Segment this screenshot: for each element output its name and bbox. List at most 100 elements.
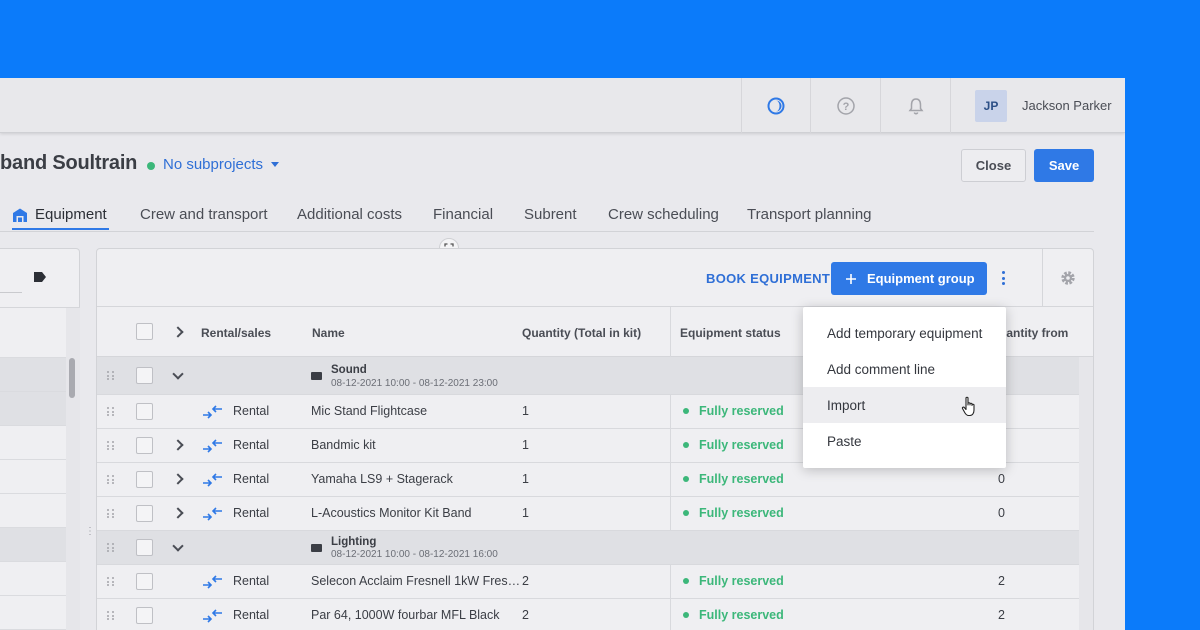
list-item[interactable] [0,392,66,426]
drag-handle-icon[interactable] [107,475,115,485]
tab-bar: Equipment Crew and transport Additional … [0,200,1094,232]
column-header-quantity-from[interactable]: uantity from [999,326,1068,340]
row-checkbox[interactable] [136,367,153,384]
user-menu[interactable]: JP Jackson Parker [950,78,1125,133]
status-label: Fully reserved [699,506,784,520]
left-panel-scrollbar[interactable] [66,308,80,630]
column-header-equipment-status[interactable]: Equipment status [680,326,781,340]
menu-item-add-comment-line[interactable]: Add comment line [803,351,1006,387]
drag-handle-icon[interactable] [107,509,115,519]
tab-crew-and-transport[interactable]: Crew and transport [140,206,268,223]
status-badge: Fully reserved [683,506,784,520]
group-dates: 08-12-2021 10:00 - 08-12-2021 16:00 [331,549,498,560]
tab-additional-costs[interactable]: Additional costs [297,206,402,223]
tab-financial[interactable]: Financial [433,206,493,223]
expand-chevron-icon[interactable] [172,439,184,451]
select-all-checkbox[interactable] [136,323,153,340]
list-item[interactable] [0,358,66,392]
menu-item-paste[interactable]: Paste [803,423,1006,459]
expand-all-chevron-icon[interactable] [172,326,184,338]
group-name: Sound [331,364,367,376]
collapse-chevron-icon[interactable] [172,368,184,380]
row-checkbox[interactable] [136,505,153,522]
column-header-name[interactable]: Name [312,326,345,340]
quantity[interactable]: 1 [522,472,529,486]
equipment-name[interactable]: Selecon Acclaim Fresnell 1kW Fres… [311,574,520,588]
drag-handle-icon[interactable] [107,441,115,451]
subprojects-dropdown[interactable]: No subprojects [163,156,280,173]
column-header-quantity[interactable]: Quantity (Total in kit) [522,326,641,340]
add-equipment-group-button[interactable]: Equipment group [831,262,987,295]
quantity[interactable]: 1 [522,404,529,418]
equipment-name[interactable]: Mic Stand Flightcase [311,404,427,418]
list-item[interactable] [0,596,66,630]
quantity[interactable]: 1 [522,438,529,452]
equipment-name[interactable]: Par 64, 1000W fourbar MFL Black [311,608,500,622]
menu-item-add-temporary-equipment[interactable]: Add temporary equipment [803,315,1006,351]
status-label: Fully reserved [699,472,784,486]
group-dates: 08-12-2021 10:00 - 08-12-2021 23:00 [331,378,498,389]
table-row[interactable]: Rental L-Acoustics Monitor Kit Band 1 Fu… [97,497,1079,531]
quantity[interactable]: 1 [522,506,529,520]
quantity-from: 2 [998,608,1005,622]
rental-arrows-icon [203,405,222,419]
folder-icon [311,372,322,380]
quantity[interactable]: 2 [522,608,529,622]
row-checkbox[interactable] [136,607,153,624]
table-row[interactable]: Rental Par 64, 1000W fourbar MFL Black 2… [97,599,1079,630]
row-checkbox[interactable] [136,573,153,590]
status-badge: Fully reserved [683,438,784,452]
tab-crew-scheduling[interactable]: Crew scheduling [608,206,719,223]
help-button[interactable]: ? [810,78,880,133]
collapse-chevron-icon[interactable] [172,540,184,552]
row-checkbox[interactable] [136,471,153,488]
avatar: JP [975,89,1007,122]
drag-handle-icon[interactable] [107,407,115,417]
equipment-name[interactable]: L-Acoustics Monitor Kit Band [311,506,472,520]
expand-chevron-icon[interactable] [172,507,184,519]
scrollbar-thumb[interactable] [69,358,75,398]
list-item[interactable] [0,494,66,528]
quantity-from: 2 [998,574,1005,588]
table-group-row[interactable]: Lighting 08-12-2021 10:00 - 08-12-2021 1… [97,531,1079,565]
list-item[interactable] [0,562,66,596]
status-label: Fully reserved [699,608,784,622]
row-checkbox[interactable] [136,403,153,420]
drag-handle-icon[interactable] [107,577,115,587]
equipment-name[interactable]: Yamaha LS9 + Stagerack [311,472,453,486]
row-checkbox[interactable] [136,437,153,454]
close-button[interactable]: Close [961,149,1026,182]
panel-resize-handle[interactable]: ⋮ [85,526,95,537]
tab-transport-planning[interactable]: Transport planning [747,206,872,223]
list-item[interactable] [0,308,66,358]
drag-handle-icon[interactable] [107,371,115,381]
list-item[interactable] [0,460,66,494]
column-header-rental-sales[interactable]: Rental/sales [201,326,271,340]
equipment-name[interactable]: Bandmic kit [311,438,376,452]
left-panel [0,248,80,630]
notifications-button[interactable] [880,78,950,133]
tag-icon[interactable] [33,271,47,283]
save-button[interactable]: Save [1034,149,1094,182]
gear-icon[interactable] [1060,270,1076,286]
tab-subrent[interactable]: Subrent [524,206,577,223]
book-equipment-button[interactable]: BOOK EQUIPMENT [706,271,830,286]
status-label: Fully reserved [699,574,784,588]
list-item[interactable] [0,528,66,562]
drag-handle-icon[interactable] [107,543,115,553]
divider [1042,249,1043,307]
drag-handle-icon[interactable] [107,611,115,621]
dark-mode-toggle[interactable] [741,78,810,133]
more-actions-menu: Add temporary equipment Add comment line… [803,307,1006,468]
tab-equipment[interactable]: Equipment [12,206,107,223]
more-vertical-icon[interactable] [997,268,1009,288]
quantity[interactable]: 2 [522,574,529,588]
rental-arrows-icon [203,575,222,589]
table-scrollbar[interactable] [1079,357,1093,630]
table-row[interactable]: Rental Selecon Acclaim Fresnell 1kW Fres… [97,565,1079,599]
expand-chevron-icon[interactable] [172,473,184,485]
table-row[interactable]: Rental Yamaha LS9 + Stagerack 1 Fully re… [97,463,1079,497]
row-checkbox[interactable] [136,539,153,556]
list-item[interactable] [0,426,66,460]
bell-icon [908,97,923,114]
